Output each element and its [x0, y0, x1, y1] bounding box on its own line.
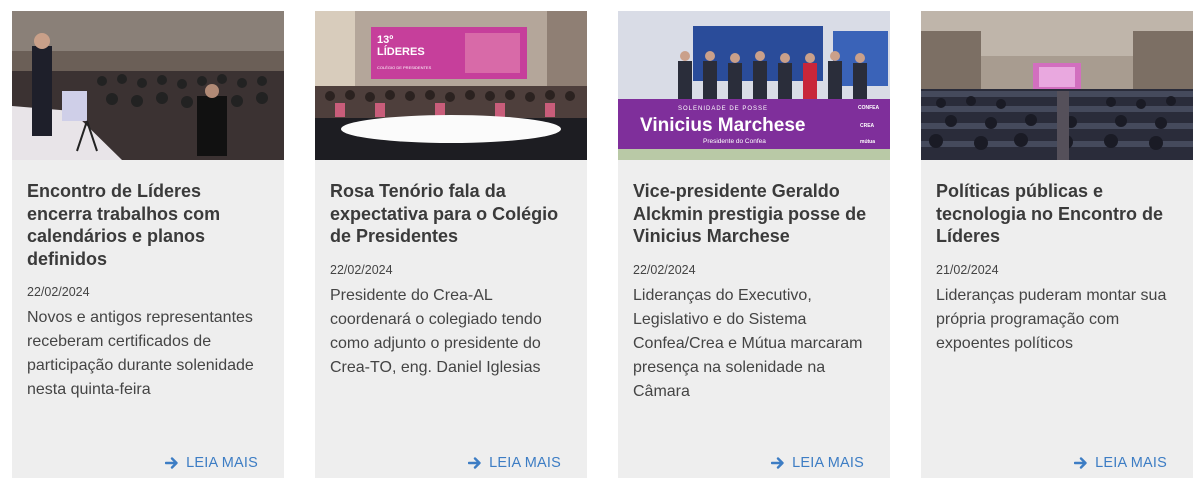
news-photo[interactable]: 13º LÍDERES COLÉGIO DE PRESIDENTES	[315, 11, 587, 160]
news-date: 22/02/2024	[633, 262, 696, 277]
arrow-right-icon	[165, 457, 178, 469]
read-more-link[interactable]: LEIA MAIS	[1074, 455, 1167, 471]
news-title[interactable]: Vice-presidente Geraldo Alckmin prestigi…	[633, 180, 875, 248]
news-date: 21/02/2024	[936, 262, 999, 277]
news-title[interactable]: Rosa Tenório fala da expectativa para o …	[330, 180, 572, 248]
news-card[interactable]: SOLENIDADE DE POSSE Vinicius Marchese Pr…	[618, 11, 890, 478]
news-photo[interactable]: SOLENIDADE DE POSSE Vinicius Marchese Pr…	[618, 11, 890, 160]
news-summary: Lideranças puderam montar sua própria pr…	[936, 286, 1167, 352]
read-more-label: LEIA MAIS	[489, 455, 561, 471]
banner-caption: SOLENIDADE DE POSSE	[678, 106, 768, 112]
banner-role: Presidente do Confea	[703, 138, 766, 145]
banner-logo-confea: CONFEA	[858, 105, 880, 111]
news-summary: Novos e antigos representantes receberam…	[27, 309, 254, 398]
read-more-link[interactable]: LEIA MAIS	[165, 455, 258, 471]
read-more-label: LEIA MAIS	[1095, 455, 1167, 471]
banner-subtitle: COLÉGIO DE PRESIDENTES	[377, 65, 432, 70]
arrow-right-icon	[1074, 457, 1087, 469]
arrow-right-icon	[771, 457, 784, 469]
news-date: 22/02/2024	[330, 262, 393, 277]
news-photo[interactable]	[921, 11, 1193, 160]
banner-edition: 13º	[377, 34, 393, 46]
news-summary: Presidente do Crea-AL coordenará o coleg…	[330, 286, 542, 376]
banner-title: LÍDERES	[377, 45, 425, 58]
read-more-link[interactable]: LEIA MAIS	[468, 455, 561, 471]
banner-logo-crea: CREA	[860, 123, 875, 129]
news-grid: Encontro de Líderes encerra trabalhos co…	[0, 0, 1200, 486]
news-title[interactable]: Encontro de Líderes encerra trabalhos co…	[27, 180, 269, 270]
news-card[interactable]: Encontro de Líderes encerra trabalhos co…	[12, 11, 284, 478]
news-card[interactable]: Políticas públicas e tecnologia no Encon…	[921, 11, 1193, 478]
news-title[interactable]: Políticas públicas e tecnologia no Encon…	[936, 180, 1178, 248]
news-date: 22/02/2024	[27, 285, 90, 299]
news-card[interactable]: 13º LÍDERES COLÉGIO DE PRESIDENTES Rosa …	[315, 11, 587, 478]
banner-logo-mutua: mútua	[860, 139, 875, 145]
read-more-label: LEIA MAIS	[186, 455, 258, 471]
banner-name: Vinicius Marchese	[640, 115, 805, 136]
news-summary: Lideranças do Executivo, Legislativo e d…	[633, 286, 863, 400]
arrow-right-icon	[468, 457, 481, 469]
read-more-label: LEIA MAIS	[792, 455, 864, 471]
read-more-link[interactable]: LEIA MAIS	[771, 455, 864, 471]
news-photo[interactable]	[12, 11, 284, 160]
